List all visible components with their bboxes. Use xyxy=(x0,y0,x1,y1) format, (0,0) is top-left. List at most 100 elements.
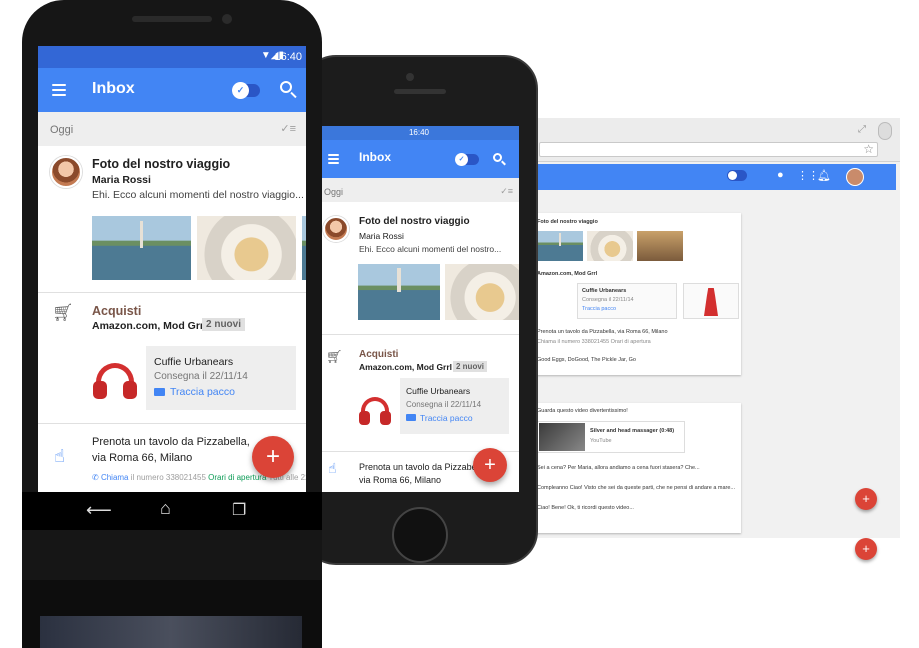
trip-photo-1[interactable] xyxy=(358,264,440,320)
reservation-line-2: via Roma 66, Milano xyxy=(92,452,193,464)
track-package-link[interactable]: Traccia pacco xyxy=(170,386,235,398)
iphone-status-time: 16:40 xyxy=(408,128,430,137)
trip-photo-2[interactable] xyxy=(197,216,296,280)
desktop-row-1[interactable]: Sei a cena? Per Maria, allora andiamo a … xyxy=(537,465,700,471)
purchase-card[interactable]: Cuffie Urbanears Consegna il 22/11/14 Tr… xyxy=(146,346,296,410)
desktop-bundle-senders: Amazon.com, Mod Grrl xyxy=(537,271,598,277)
browser-profile-icon[interactable] xyxy=(878,122,892,140)
menu-icon[interactable] xyxy=(52,84,66,96)
reservation-line-1: Prenota un tavolo da Pizzabella, xyxy=(92,436,250,448)
email-sender: Maria Rossi xyxy=(359,231,404,241)
android-date-label: Oggi xyxy=(50,124,74,136)
card-delivery: Consegna il 22/11/14 xyxy=(406,400,482,409)
headphones-image xyxy=(359,397,391,431)
desktop-reservation: Prenota un tavolo da Pizzabella, via Rom… xyxy=(537,329,668,335)
home-icon[interactable]: ⌂ xyxy=(160,498,171,519)
desktop-video-attachment[interactable]: Silver and head massager (0:48) YouTube xyxy=(537,421,685,453)
sender-avatar xyxy=(50,156,82,188)
bookmark-star-icon[interactable]: ☆ xyxy=(863,142,874,156)
desktop-mail-subject: Foto del nostro viaggio xyxy=(537,219,598,225)
desktop-photo-3[interactable] xyxy=(637,231,683,261)
sweep-icon[interactable]: ✓≡ xyxy=(500,186,513,197)
desktop-photo-1[interactable] xyxy=(537,231,583,261)
desktop-product-card[interactable] xyxy=(683,283,739,319)
reservation-line-2: via Roma 66, Milano xyxy=(359,475,442,485)
trip-photo-1[interactable] xyxy=(92,216,191,280)
iphone-camera xyxy=(406,73,414,81)
email-snippet: Ehi. Ecco alcuni momenti del nostro viag… xyxy=(92,189,304,201)
iphone-status-bar: 16:40 xyxy=(319,126,519,140)
user-avatar[interactable] xyxy=(846,168,864,186)
truck-icon xyxy=(154,388,165,396)
android-speaker xyxy=(132,16,212,22)
desktop-conversation-card-2[interactable]: Guarda questo video divertentissimo! Sil… xyxy=(533,403,741,533)
purchase-card[interactable]: Cuffie Urbanears Consegna il 22/11/14 Tr… xyxy=(400,378,509,434)
reminder-hand-icon: ☝︎ xyxy=(328,460,337,476)
reminder-icon[interactable]: ● xyxy=(777,169,784,181)
android-camera xyxy=(222,14,232,24)
reminder-hand-icon: ☝︎ xyxy=(54,446,65,466)
address-bar[interactable] xyxy=(539,142,878,157)
compose-fab[interactable]: + xyxy=(473,448,507,482)
trip-photo-2[interactable] xyxy=(445,264,519,320)
desktop-video-source: YouTube xyxy=(590,438,612,444)
trip-photo-3[interactable] xyxy=(302,216,306,280)
call-link[interactable]: Chiama xyxy=(101,473,129,482)
iphone-home-button[interactable] xyxy=(392,507,448,563)
email-subject: Foto del nostro viaggio xyxy=(359,216,470,227)
iphone-speaker xyxy=(394,89,446,94)
track-package-link[interactable]: Traccia pacco xyxy=(420,413,473,423)
bundle-senders: Amazon.com, Mod Grrl xyxy=(92,320,207,332)
expand-icon[interactable]: ⤢ xyxy=(858,124,866,135)
cart-icon: 🛒︎ xyxy=(52,303,74,322)
bundle-title: Acquisti xyxy=(92,304,142,318)
recents-icon[interactable]: ❐ xyxy=(232,500,246,520)
phone-number: il numero 338021455 xyxy=(130,473,206,482)
pin-toggle[interactable] xyxy=(727,170,747,181)
pin-icon: ✓ xyxy=(232,82,249,99)
iphone-bundle-purchases[interactable]: 🛒︎ Acquisti Amazon.com, Mod Grrl 2 nuovi… xyxy=(319,335,519,451)
android-email-item[interactable]: Foto del nostro viaggio Maria Rossi Ehi.… xyxy=(38,146,306,292)
desktop-row-3[interactable]: Ciao! Bene! Ok, ti ricordi questo video.… xyxy=(537,505,634,511)
search-icon[interactable] xyxy=(493,153,506,166)
iphone-email-item[interactable]: Foto del nostro viaggio Maria Rossi Ehi.… xyxy=(319,202,519,334)
opening-hours-link[interactable]: Orari di apertura xyxy=(208,473,266,482)
email-snippet: Ehi. Ecco alcuni momenti del nostro... xyxy=(359,244,502,254)
bundle-title: Acquisti xyxy=(359,349,399,360)
desktop-conversation-card[interactable]: Foto del nostro viaggio Amazon.com, Mod … xyxy=(533,213,741,375)
iphone-screen: 16:40 Inbox ✓ Oggi ✓≡ Foto del nostro vi… xyxy=(319,126,519,492)
back-icon[interactable]: ⟵ xyxy=(86,500,112,521)
android-date-header: Oggi ✓≡ xyxy=(38,112,306,146)
phone-icon: ✆ xyxy=(92,473,99,482)
pin-toggle[interactable]: ✓ xyxy=(232,82,260,99)
search-icon[interactable] xyxy=(280,81,297,99)
desktop-compose-fab[interactable]: + xyxy=(855,488,877,510)
android-bundle-purchases[interactable]: 🛒︎ Acquisti Amazon.com, Mod Grrl 2 nuovi… xyxy=(38,293,306,423)
second-device-screen xyxy=(40,616,302,648)
card-delivery: Consegna il 22/11/14 xyxy=(154,371,248,382)
desktop-compose-fab-2[interactable]: + xyxy=(855,538,877,560)
sweep-icon[interactable]: ✓≡ xyxy=(280,122,296,135)
desktop-photo-2[interactable] xyxy=(587,231,633,261)
email-sender: Maria Rossi xyxy=(92,174,151,186)
compose-fab[interactable]: + xyxy=(252,436,294,478)
android-device: ▼◢▮ 16:40 Inbox ✓ Oggi ✓≡ Foto del nostr… xyxy=(22,0,322,648)
dress-image xyxy=(704,288,718,316)
android-app-bar: Inbox ✓ xyxy=(38,68,306,112)
desktop-browser-window: ⤢ ☆ ● ⋮⋮ 🔔︎ Foto del nostro viaggio Amaz… xyxy=(520,118,900,560)
headphones-image xyxy=(93,363,137,407)
iphone-date-label: Oggi xyxy=(324,187,344,197)
notifications-bell-icon[interactable]: 🔔︎ xyxy=(817,169,831,182)
new-count-badge: 2 nuovi xyxy=(202,318,246,331)
desktop-track-link[interactable]: Traccia pacco xyxy=(582,306,616,312)
desktop-purchase-card[interactable]: Cuffie Urbanears Consegna il 22/11/14 Tr… xyxy=(577,283,677,319)
desktop-row-2[interactable]: Compleanno Ciao! Visto che sei da queste… xyxy=(537,485,735,491)
desktop-reservation-sub: Chiama il numero 338021455 Orari di aper… xyxy=(537,339,651,345)
pin-toggle[interactable]: ✓ xyxy=(455,153,479,166)
menu-icon[interactable] xyxy=(328,154,339,164)
apps-grid-icon[interactable]: ⋮⋮ xyxy=(797,169,819,182)
cart-icon: 🛒︎ xyxy=(326,349,343,364)
email-subject: Foto del nostro viaggio xyxy=(92,157,231,171)
android-status-bar: ▼◢▮ 16:40 xyxy=(38,46,306,68)
bundle-senders: Amazon.com, Mod Grrl xyxy=(359,362,453,372)
